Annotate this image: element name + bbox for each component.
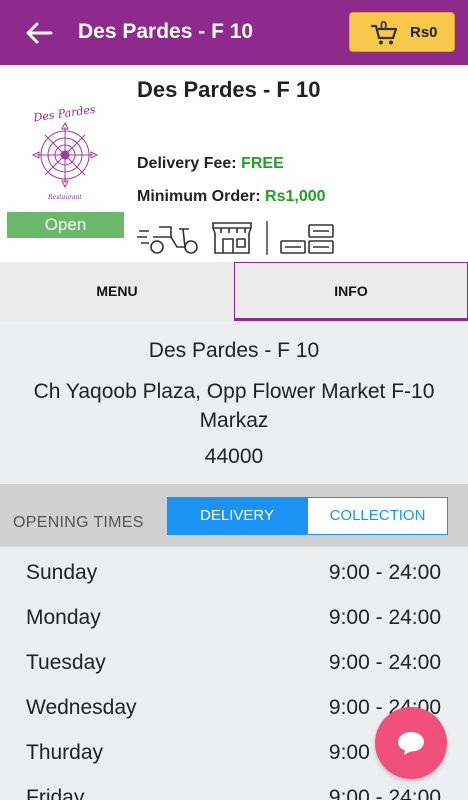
status-badge: Open — [7, 212, 124, 238]
day-hours: 9:00 - 24:00 — [328, 786, 441, 800]
delivery-fee: Delivery Fee: FREE — [137, 155, 284, 173]
list-item: Tuesday 9:00 - 24:00 — [0, 639, 468, 684]
delivery-fee-label: Delivery Fee: — [137, 155, 237, 172]
collection-toggle-button[interactable]: COLLECTION — [307, 497, 448, 535]
day-name: Sunday — [26, 561, 98, 584]
address-section: Des Pardes - F 10 Ch Yaqoob Plaza, Opp F… — [0, 321, 468, 484]
day-name: Tuesday — [26, 651, 106, 674]
day-name: Friday — [26, 786, 85, 800]
delivery-fee-value: FREE — [241, 155, 284, 172]
address-name: Des Pardes - F 10 — [148, 339, 320, 362]
page-title: Des Pardes - F 10 — [78, 20, 254, 43]
tab-bar: MENU INFO — [0, 262, 468, 321]
day-hours: 9:00 - 24:00 — [328, 651, 441, 674]
cart-total: Rs0 — [410, 24, 438, 41]
list-item: Friday 9:00 - 24:00 — [0, 774, 468, 800]
arrow-left-icon — [26, 22, 53, 44]
svg-text:Restaurant: Restaurant — [47, 194, 82, 201]
delivery-scooter-icon — [137, 226, 198, 254]
list-item: Sunday 9:00 - 24:00 — [0, 549, 468, 594]
restaurant-name: Des Pardes - F 10 — [137, 77, 321, 102]
address-postcode: 44000 — [204, 445, 264, 468]
app-bar: Des Pardes - F 10 0 Rs0 — [0, 0, 468, 65]
list-item: Monday 9:00 - 24:00 — [0, 594, 468, 639]
svg-text:Des Pardes: Des Pardes — [32, 103, 97, 125]
tab-info[interactable]: INFO — [234, 262, 468, 321]
day-name: Monday — [26, 606, 101, 629]
day-hours: 9:00 - 24:00 — [328, 561, 441, 584]
opening-times-header: OPENING TIMES DELIVERY COLLECTION — [0, 484, 468, 547]
chat-bubble-icon — [398, 732, 424, 755]
restaurant-header: Des Pardes Restaurant Open Des Pardes - … — [0, 65, 468, 262]
service-icons — [137, 221, 334, 255]
back-button[interactable] — [22, 16, 56, 50]
cart-count: 0 — [380, 18, 388, 33]
restaurant-logo: Des Pardes Restaurant — [32, 103, 99, 201]
storefront-icon — [212, 222, 252, 254]
day-hours: 9:00 - 24:00 — [328, 606, 441, 629]
day-name: Wednesday — [26, 696, 137, 719]
cart-button[interactable]: 0 Rs0 — [349, 12, 455, 52]
opening-times-label: OPENING TIMES — [13, 514, 144, 531]
address-line: Ch Yaqoob Plaza, Opp Flower Market F-10 … — [33, 380, 435, 432]
tab-menu[interactable]: MENU — [0, 262, 234, 321]
chat-button[interactable] — [375, 707, 447, 779]
minimum-order-value: Rs1,000 — [265, 188, 326, 205]
stacked-boxes-icon — [280, 224, 334, 254]
day-name: Thurday — [26, 741, 104, 764]
minimum-order-label: Minimum Order: — [137, 188, 261, 205]
delivery-toggle-button[interactable]: DELIVERY — [167, 497, 307, 535]
minimum-order: Minimum Order: Rs1,000 — [137, 188, 326, 206]
